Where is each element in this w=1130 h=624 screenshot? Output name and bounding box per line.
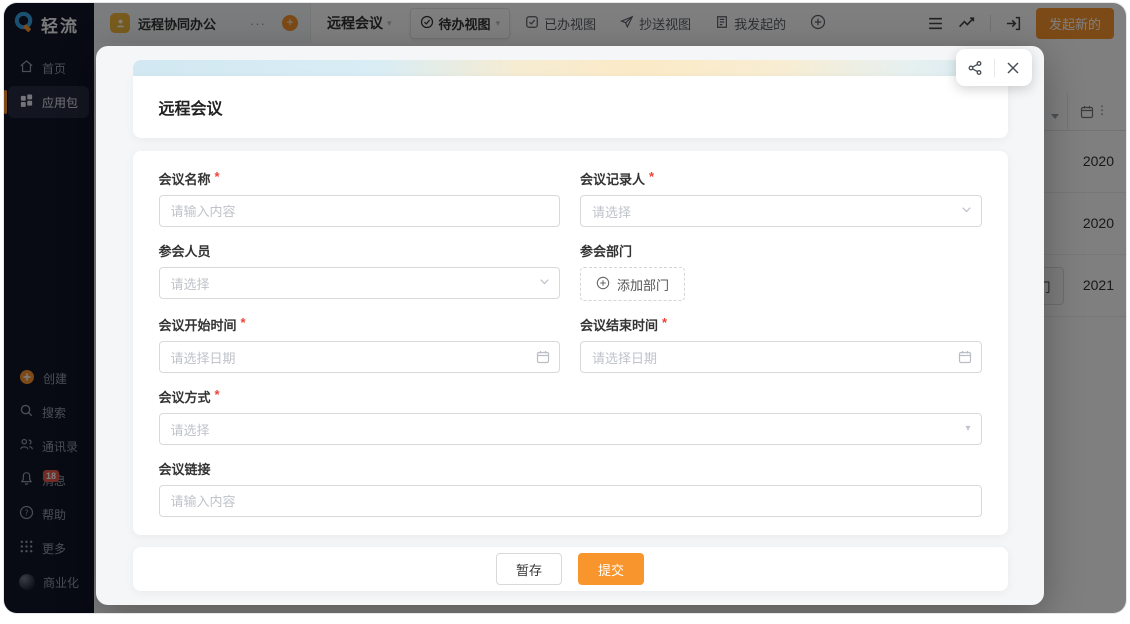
field-meeting-link: 会议链接 xyxy=(159,459,982,517)
field-start-time: 会议开始时间* 请选择日期 xyxy=(159,315,561,373)
end-time-datepicker[interactable]: 请选择日期 xyxy=(580,341,982,373)
chevron-down-icon xyxy=(539,276,550,287)
meeting-form: 会议名称* 会议记录人* 请选择 参会人员 请选择 xyxy=(133,151,1008,535)
required-mark: * xyxy=(215,387,220,406)
save-draft-button[interactable]: 暂存 xyxy=(496,553,562,585)
close-icon[interactable] xyxy=(995,61,1033,75)
field-meeting-recorder: 会议记录人* 请选择 xyxy=(580,169,982,227)
submit-button[interactable]: 提交 xyxy=(578,553,644,585)
field-departments: 参会部门 添加部门 xyxy=(580,241,982,301)
meeting-name-input[interactable] xyxy=(159,195,561,227)
chevron-down-icon: ▾ xyxy=(965,423,970,434)
required-mark: * xyxy=(241,315,246,334)
app-window: 轻流 首页 应用包 创建 搜索 xyxy=(3,2,1127,614)
required-mark: * xyxy=(649,169,654,188)
modal-controls xyxy=(956,49,1032,86)
field-end-time: 会议结束时间* 请选择日期 xyxy=(580,315,982,373)
modal-header-gradient xyxy=(133,60,1008,76)
field-meeting-name: 会议名称* xyxy=(159,169,561,227)
participants-select[interactable]: 请选择 xyxy=(159,267,561,299)
required-mark: * xyxy=(215,169,220,188)
calendar-icon xyxy=(958,350,972,364)
chevron-down-icon xyxy=(961,204,972,215)
calendar-icon xyxy=(536,350,550,364)
add-circle-icon xyxy=(596,276,610,293)
meeting-form-modal: 远程会议 会议名称* 会议记录人* 请选择 xyxy=(96,46,1044,605)
share-icon[interactable] xyxy=(956,60,994,76)
modal-title: 远程会议 xyxy=(133,76,1008,138)
add-department-button[interactable]: 添加部门 xyxy=(580,267,685,301)
required-mark: * xyxy=(662,315,667,334)
field-participants: 参会人员 请选择 xyxy=(159,241,561,301)
meeting-recorder-select[interactable]: 请选择 xyxy=(580,195,982,227)
field-meeting-method: 会议方式* 请选择 ▾ xyxy=(159,387,982,445)
start-time-datepicker[interactable]: 请选择日期 xyxy=(159,341,561,373)
meeting-method-select[interactable]: 请选择 ▾ xyxy=(159,413,982,445)
meeting-link-input[interactable] xyxy=(159,485,982,517)
form-footer: 暂存 提交 xyxy=(133,547,1008,591)
